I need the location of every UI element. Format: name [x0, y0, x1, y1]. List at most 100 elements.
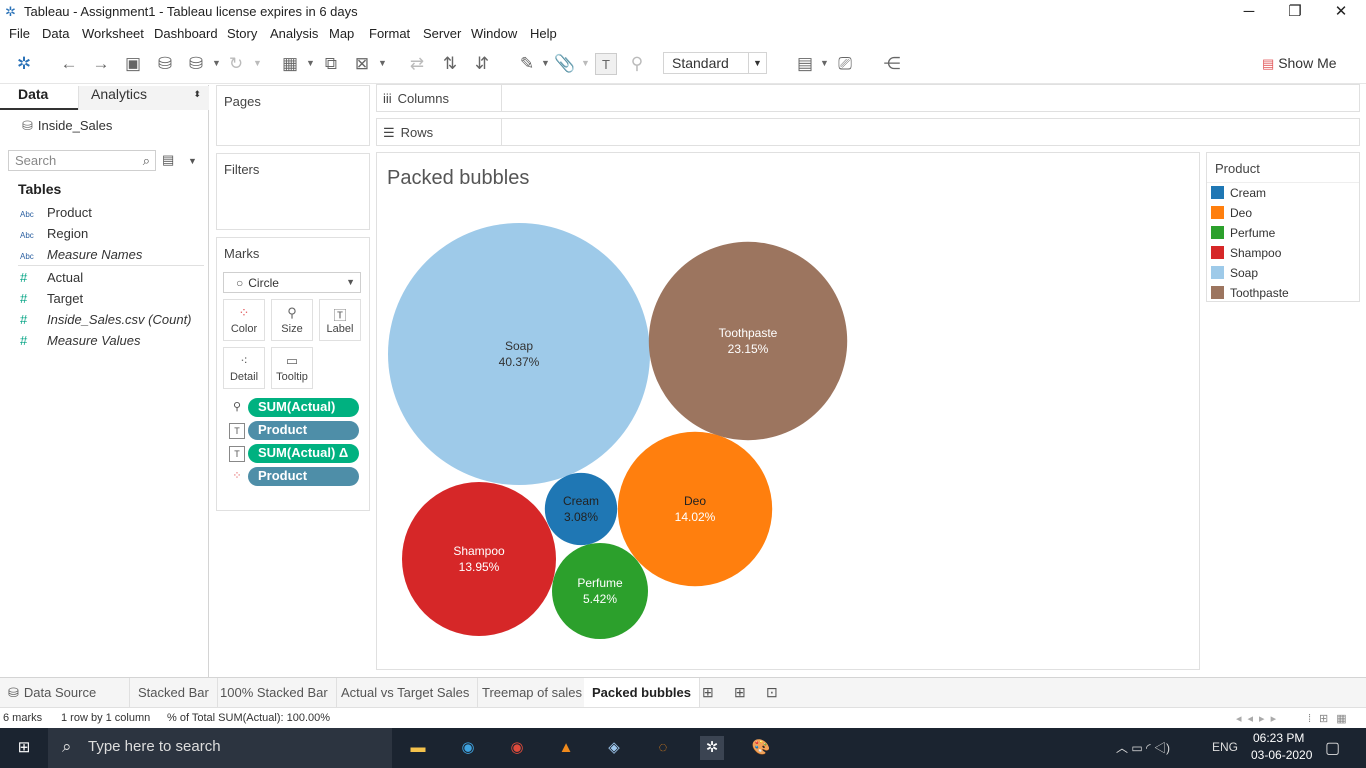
clock-time[interactable]: 06:23 PM — [1253, 731, 1304, 745]
tab-packed-bubbles[interactable]: Packed bubbles — [584, 678, 700, 707]
pill-size-sum-actual[interactable]: SUM(Actual) — [248, 398, 359, 417]
show-me-button[interactable]: ▤ Show Me — [1262, 55, 1337, 72]
rows-shelf[interactable]: ☰ Rows — [376, 118, 1360, 146]
field-region[interactable]: Abc Region — [20, 226, 88, 241]
mark-type-dropdown[interactable]: ○ Circle ▼ — [223, 272, 361, 293]
fit-dropdown[interactable]: Standard ▼ — [663, 52, 767, 74]
clear-sheet-chevron-down-icon[interactable]: ▼ — [378, 58, 387, 68]
menu-worksheet[interactable]: Worksheet — [82, 26, 144, 41]
detail-button[interactable]: ⁖ Detail — [223, 347, 265, 389]
menu-file[interactable]: File — [9, 26, 30, 41]
maximize-button[interactable]: ❐ — [1272, 0, 1318, 24]
menu-help[interactable]: Help — [530, 26, 557, 41]
fix-axes-icon[interactable]: ⚲ — [626, 53, 648, 75]
field-measure-names[interactable]: Abc Measure Names — [20, 247, 142, 262]
pill-color-product[interactable]: Product — [248, 467, 359, 486]
menu-analysis[interactable]: Analysis — [270, 26, 318, 41]
tableau-home-icon[interactable]: ✲ — [13, 53, 35, 75]
vlc-icon[interactable]: ▲ — [554, 736, 578, 760]
tray-icons[interactable]: ︿ ▭ ◜ ◁) — [1116, 739, 1170, 756]
sheet-nav-icon[interactable]: ◂◂▸▸ — [1236, 712, 1282, 725]
label-button[interactable]: 🅃 Label — [319, 299, 361, 341]
tab-100-stacked-bar[interactable]: 100% Stacked Bar — [212, 678, 337, 707]
share-icon[interactable]: ⋲ — [881, 53, 903, 75]
chrome-icon[interactable]: ◉ — [505, 736, 529, 760]
sort-descending-icon[interactable]: ⇵ — [471, 53, 493, 75]
menu-format[interactable]: Format — [369, 26, 410, 41]
field-count[interactable]: # Inside_Sales.csv (Count) — [20, 312, 192, 327]
refresh-chevron-down-icon[interactable]: ▼ — [253, 58, 262, 68]
tableau-taskbar-icon[interactable]: ✲ — [700, 736, 724, 760]
search-input[interactable]: Search ⌕ — [8, 150, 156, 171]
new-datasource-icon[interactable]: ⛁ — [154, 53, 176, 75]
view-as-list-icon[interactable]: ▤ — [162, 152, 174, 168]
field-actual[interactable]: # Actual — [20, 270, 83, 285]
refresh-icon[interactable]: ↻ — [225, 53, 247, 75]
legend-item-soap[interactable]: Soap — [1211, 266, 1258, 280]
language-indicator[interactable]: ENG — [1212, 740, 1238, 754]
field-target[interactable]: # Target — [20, 291, 83, 306]
close-button[interactable]: ✕ — [1318, 0, 1364, 24]
pause-updates-chevron-down-icon[interactable]: ▼ — [212, 58, 221, 68]
notification-icon[interactable]: ▢ — [1325, 738, 1340, 758]
jupyter-icon[interactable]: ◌ — [651, 736, 675, 760]
tab-stacked-bar[interactable]: Stacked Bar — [130, 678, 218, 707]
show-cards-chevron-down-icon[interactable]: ▼ — [820, 58, 829, 68]
sort-ascending-icon[interactable]: ⇅ — [439, 53, 461, 75]
new-worksheet-icon[interactable]: ▦ — [279, 53, 301, 75]
show-mark-labels-icon[interactable]: T — [595, 53, 617, 75]
bubble-shampoo[interactable] — [401, 481, 557, 637]
legend-item-toothpaste[interactable]: Toothpaste — [1211, 286, 1289, 300]
highlight-chevron-down-icon[interactable]: ▼ — [541, 58, 550, 68]
edge-icon[interactable]: ◉ — [456, 736, 480, 760]
tab-actual-vs-target[interactable]: Actual vs Target Sales — [333, 678, 479, 707]
group-chevron-down-icon[interactable]: ▼ — [581, 58, 590, 68]
columns-shelf[interactable]: iii Columns — [376, 84, 1360, 112]
view-toggle-icon[interactable]: ⁞⊞▦ — [1308, 712, 1355, 725]
new-worksheet-chevron-down-icon[interactable]: ▼ — [306, 58, 315, 68]
file-explorer-icon[interactable]: ▬ — [406, 736, 430, 760]
bubble-perfume[interactable] — [552, 543, 648, 639]
paint-icon[interactable]: 🎨 — [749, 736, 773, 760]
menu-map[interactable]: Map — [329, 26, 354, 41]
clock-date[interactable]: 03-06-2020 — [1251, 748, 1312, 762]
menu-server[interactable]: Server — [423, 26, 461, 41]
legend-item-cream[interactable]: Cream — [1211, 186, 1266, 200]
highlight-icon[interactable]: ✎ — [516, 53, 538, 75]
legend-item-shampoo[interactable]: Shampoo — [1211, 246, 1281, 260]
bubble-soap[interactable] — [388, 223, 650, 485]
size-button[interactable]: ⚲ Size — [271, 299, 313, 341]
virtualbox-icon[interactable]: ◈ — [602, 736, 626, 760]
clear-sheet-icon[interactable]: ⊠ — [351, 53, 373, 75]
duplicate-sheet-icon[interactable]: ⧉ — [320, 53, 342, 75]
new-worksheet-tab-icon[interactable]: ⊞ — [702, 684, 714, 701]
legend-item-deo[interactable]: Deo — [1211, 206, 1252, 220]
new-story-tab-icon[interactable]: ⊡ — [766, 684, 778, 701]
tab-data[interactable]: Data — [0, 86, 78, 110]
bubble-cream[interactable] — [544, 472, 618, 546]
save-icon[interactable]: ▣ — [122, 53, 144, 75]
minimize-button[interactable]: ─ — [1226, 0, 1272, 24]
field-product[interactable]: Abc Product — [20, 205, 92, 220]
menu-dashboard[interactable]: Dashboard — [154, 26, 218, 41]
color-button[interactable]: ⁘ Color — [223, 299, 265, 341]
bubble-deo[interactable] — [617, 431, 773, 587]
taskbar-search[interactable]: ⌕ Type here to search — [48, 728, 392, 768]
pause-updates-icon[interactable]: ⛁ — [185, 53, 207, 75]
datasource-item[interactable]: ⛁ Inside_Sales — [22, 118, 112, 134]
pane-menu-chevron-down-icon[interactable]: ▼ — [188, 156, 197, 166]
menu-story[interactable]: Story — [227, 26, 257, 41]
viz-canvas[interactable]: Packed bubbles Soap 40.37% Toothpaste 23.15… — [376, 152, 1200, 670]
menu-window[interactable]: Window — [471, 26, 517, 41]
pill-label-sum-actual-calc[interactable]: SUM(Actual) Δ — [248, 444, 359, 463]
tab-data-source[interactable]: ⛁ Data Source — [0, 678, 130, 707]
new-dashboard-tab-icon[interactable]: ⊞ — [734, 684, 746, 701]
undo-icon[interactable]: ← — [58, 53, 80, 75]
swap-rows-columns-icon[interactable]: ⇄ — [406, 53, 428, 75]
windows-start-icon[interactable]: ⊞ — [12, 736, 36, 760]
tab-treemap[interactable]: Treemap of sales — [474, 678, 591, 707]
packed-bubble-chart[interactable]: Soap 40.37% Toothpaste 23.15% Deo 14.02% Shamp… — [377, 153, 1201, 671]
tooltip-button[interactable]: ▭ Tooltip — [271, 347, 313, 389]
redo-icon[interactable]: → — [90, 53, 112, 75]
filters-card[interactable]: Filters — [216, 153, 370, 230]
